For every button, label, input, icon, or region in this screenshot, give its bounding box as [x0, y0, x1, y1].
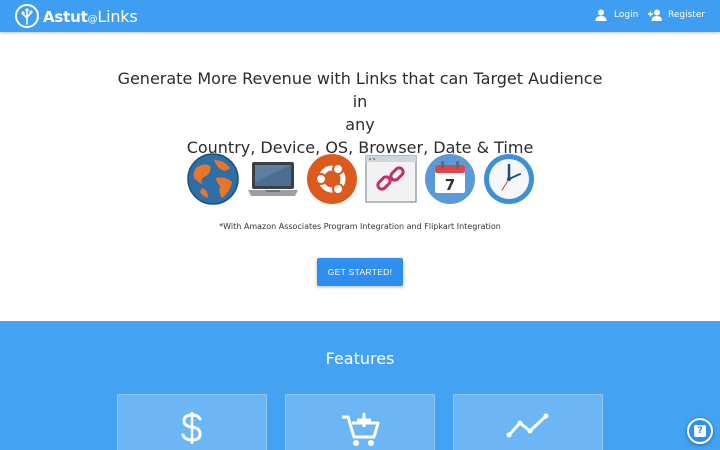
clock-icon	[484, 154, 534, 204]
help-button[interactable]: ?	[687, 418, 713, 444]
get-started-button[interactable]: GET STARTED!	[317, 258, 403, 286]
calendar-icon: 7	[425, 154, 475, 204]
brand-at: @	[87, 13, 98, 25]
hero-title-line1: Generate More Revenue with Links that ca…	[117, 69, 603, 111]
feature-card-analytics	[453, 394, 603, 450]
cart-add-icon	[342, 413, 380, 446]
laptop-icon	[248, 162, 298, 196]
ubuntu-icon	[307, 154, 357, 204]
dollar-icon	[181, 412, 202, 444]
add-user-icon	[648, 9, 662, 21]
hero-title: Generate More Revenue with Links that ca…	[110, 67, 610, 159]
hero-note: *With Amazon Associates Program Integrat…	[219, 222, 501, 231]
brand-part2: Links	[97, 6, 138, 26]
calendar-day: 7	[445, 176, 455, 194]
top-navbar: Astut@Links Login Register	[0, 0, 720, 32]
features-section: Features	[0, 321, 720, 450]
brand-part1: Astut	[43, 7, 88, 26]
globe-icon	[187, 153, 239, 205]
tree-logo-icon	[15, 4, 39, 28]
user-icon	[595, 9, 607, 21]
hero-title-line2: any	[345, 115, 375, 134]
brand-name: Astut@Links	[43, 6, 138, 26]
register-link[interactable]: Register	[648, 9, 705, 21]
feature-card-revenue	[117, 394, 267, 450]
brand-logo-link[interactable]: Astut@Links	[15, 3, 138, 29]
login-link[interactable]: Login	[594, 9, 638, 21]
feature-card-cart	[285, 394, 435, 450]
login-label: Login	[614, 10, 639, 20]
trending-icon	[506, 413, 549, 438]
register-label: Register	[668, 10, 706, 20]
browser-link-icon	[365, 155, 417, 203]
help-icon: ?	[694, 425, 706, 437]
features-title: Features	[325, 349, 395, 368]
targeting-icons-row: 7	[184, 152, 538, 206]
